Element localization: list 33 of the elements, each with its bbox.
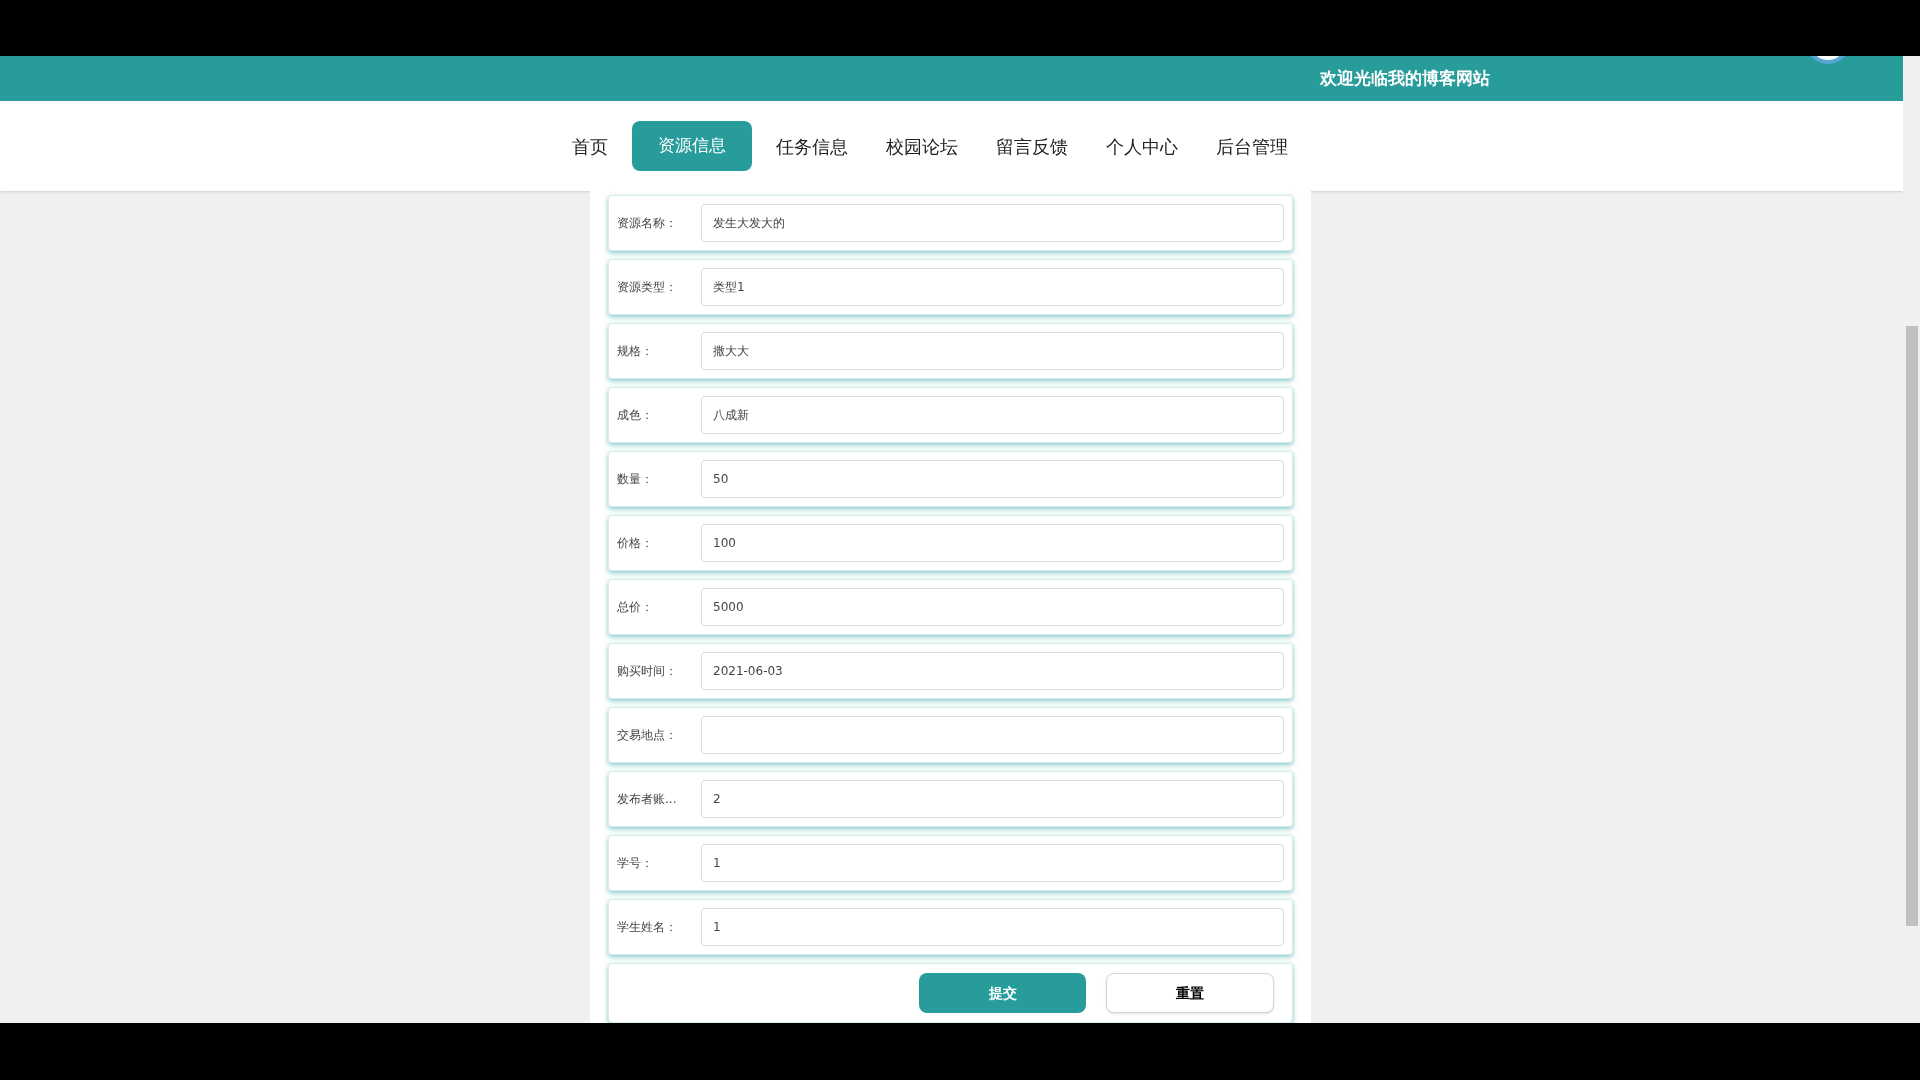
text-field[interactable]: 发生大发大的: [701, 204, 1284, 242]
nav-tab[interactable]: 后台管理: [1202, 121, 1302, 171]
text-field[interactable]: 类型1: [701, 268, 1284, 306]
field-label: 资源类型：: [617, 279, 678, 296]
field-label: 购买时间：: [617, 663, 678, 680]
field-label: 资源名称：: [617, 215, 678, 232]
text-field[interactable]: 2: [701, 780, 1284, 818]
text-field[interactable]: [701, 716, 1284, 754]
reset-button[interactable]: 重置: [1106, 973, 1274, 1013]
text-field[interactable]: 2021-06-03: [701, 652, 1284, 690]
field-label: 交易地点：: [617, 727, 678, 744]
field-label: 价格：: [617, 535, 654, 552]
text-field[interactable]: 八成新: [701, 396, 1284, 434]
nav-tab[interactable]: 校园论坛: [872, 121, 972, 171]
nav-tab[interactable]: 首页: [558, 121, 622, 171]
field-label: 规格：: [617, 343, 654, 360]
text-field[interactable]: 100: [701, 524, 1284, 562]
text-field[interactable]: 1: [701, 908, 1284, 946]
field-label: 成色：: [617, 407, 654, 424]
text-field[interactable]: 撒大大: [701, 332, 1284, 370]
field-label: 数量：: [617, 471, 654, 488]
text-field[interactable]: 5000: [701, 588, 1284, 626]
field-label: 总价：: [617, 599, 654, 616]
nav-tab[interactable]: 任务信息: [762, 121, 862, 171]
nav-tab[interactable]: 个人中心: [1092, 121, 1192, 171]
field-label: 发布者账...: [617, 791, 678, 808]
scrollbar[interactable]: [1903, 56, 1920, 1023]
text-field[interactable]: 1: [701, 844, 1284, 882]
welcome-text: 欢迎光临我的博客网站: [1320, 66, 1490, 90]
field-label: 学生姓名：: [617, 919, 678, 936]
field-label: 学号：: [617, 855, 654, 872]
nav-tab[interactable]: 留言反馈: [982, 121, 1082, 171]
text-field[interactable]: 50: [701, 460, 1284, 498]
